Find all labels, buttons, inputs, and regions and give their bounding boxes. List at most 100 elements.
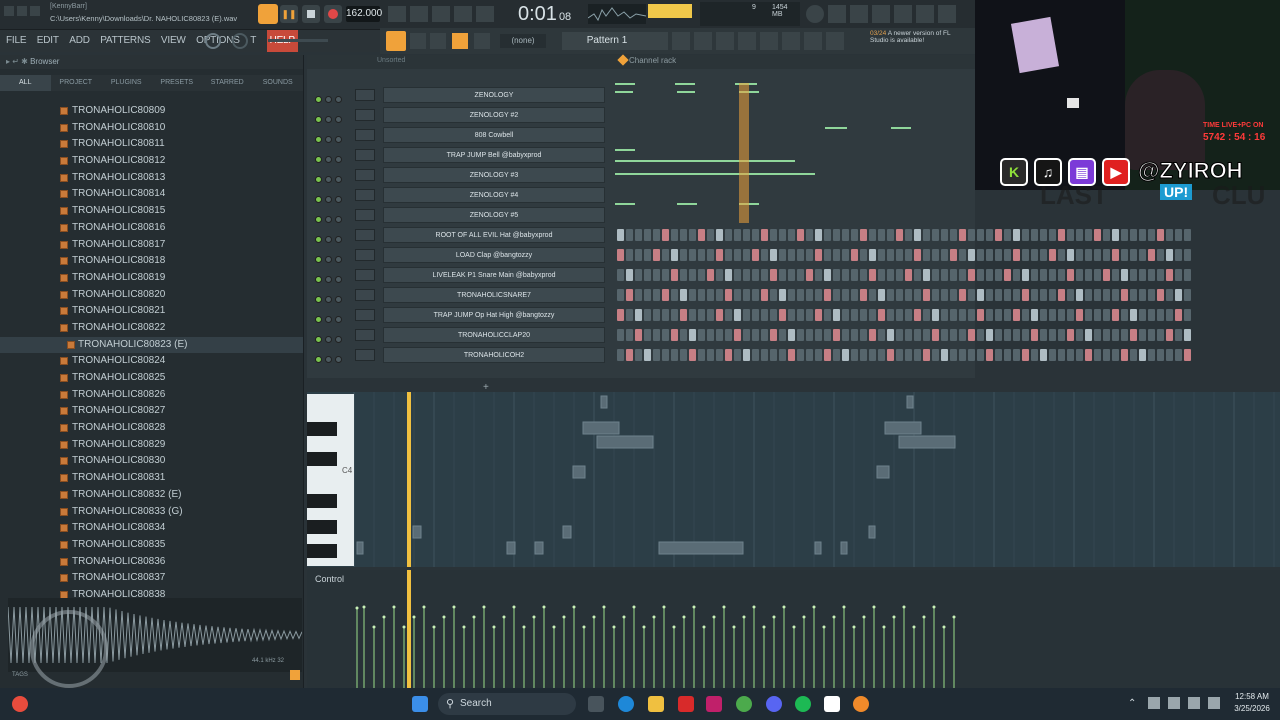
step-button[interactable] (932, 269, 939, 281)
channel-mute-buttons[interactable] (315, 230, 349, 243)
mixer-track-selector[interactable] (355, 289, 375, 301)
step-button[interactable] (851, 329, 858, 341)
step-button[interactable] (1112, 289, 1119, 301)
file-item[interactable]: TRONAHOLIC80829 (0, 437, 303, 454)
step-button[interactable] (743, 329, 750, 341)
step-button[interactable] (1184, 229, 1191, 241)
step-button[interactable] (914, 329, 921, 341)
step-button[interactable] (734, 269, 741, 281)
channel-name-button[interactable]: TRAP JUMP Bell @babyxprod (383, 147, 605, 163)
step-button[interactable] (1121, 229, 1128, 241)
file-item[interactable]: TRONAHOLIC80821 (0, 303, 303, 320)
step-button[interactable] (914, 289, 921, 301)
step-button[interactable] (788, 349, 795, 361)
step-button[interactable] (1130, 269, 1137, 281)
step-button[interactable] (716, 349, 723, 361)
step-button[interactable] (1148, 269, 1155, 281)
step-sequencer[interactable] (617, 309, 1257, 321)
step-button[interactable] (905, 329, 912, 341)
step-button[interactable] (680, 269, 687, 281)
step-button[interactable] (1094, 269, 1101, 281)
channel-row[interactable]: TRONAHOLICOH2 (315, 347, 1191, 363)
step-button[interactable] (896, 309, 903, 321)
vol-knob-icon[interactable] (335, 256, 342, 263)
step-button[interactable] (833, 269, 840, 281)
step-button[interactable] (734, 329, 741, 341)
step-button[interactable] (1130, 349, 1137, 361)
step-button[interactable] (977, 269, 984, 281)
channel-row[interactable]: LIVELEAK P1 Snare Main @babyxprod (315, 267, 1191, 283)
menu-view[interactable]: VIEW (161, 30, 186, 52)
mute-led-icon[interactable] (315, 316, 322, 323)
step-button[interactable] (806, 309, 813, 321)
file-item[interactable]: TRONAHOLIC80809 (0, 103, 303, 120)
step-button[interactable] (815, 289, 822, 301)
step-button[interactable] (1085, 229, 1092, 241)
step-button[interactable] (1139, 329, 1146, 341)
step-button[interactable] (788, 269, 795, 281)
pattern-selector[interactable]: Pattern 1 (562, 32, 652, 50)
step-button[interactable] (1004, 309, 1011, 321)
pan-knob-icon[interactable] (325, 116, 332, 123)
step-button[interactable] (977, 249, 984, 261)
step-button[interactable] (1103, 249, 1110, 261)
step-button[interactable] (1139, 349, 1146, 361)
step-button[interactable] (1175, 329, 1182, 341)
step-button[interactable] (1148, 229, 1155, 241)
step-button[interactable] (1094, 229, 1101, 241)
step-button[interactable] (914, 269, 921, 281)
vol-knob-icon[interactable] (335, 316, 342, 323)
step-button[interactable] (914, 309, 921, 321)
step-button[interactable] (995, 249, 1002, 261)
step-button[interactable] (671, 309, 678, 321)
step-button[interactable] (635, 329, 642, 341)
metronome-icon[interactable] (388, 6, 406, 22)
channel-mute-buttons[interactable] (315, 270, 349, 283)
step-button[interactable] (644, 269, 651, 281)
step-edit-icon[interactable] (454, 6, 472, 22)
vol-knob-icon[interactable] (335, 356, 342, 363)
step-button[interactable] (1103, 309, 1110, 321)
step-button[interactable] (1049, 309, 1056, 321)
pan-knob-icon[interactable] (325, 176, 332, 183)
tab-starred[interactable]: STARRED (202, 75, 253, 91)
mute-led-icon[interactable] (315, 236, 322, 243)
step-button[interactable] (833, 309, 840, 321)
mixer-track-selector[interactable] (355, 89, 375, 101)
step-button[interactable] (1130, 329, 1137, 341)
step-button[interactable] (1175, 349, 1182, 361)
step-button[interactable] (1067, 309, 1074, 321)
step-button[interactable] (707, 349, 714, 361)
step-button[interactable] (1004, 249, 1011, 261)
step-button[interactable] (1031, 229, 1038, 241)
step-button[interactable] (734, 349, 741, 361)
close-icon[interactable] (30, 6, 40, 16)
step-button[interactable] (797, 309, 804, 321)
step-button[interactable] (707, 269, 714, 281)
step-button[interactable] (725, 269, 732, 281)
step-button[interactable] (743, 269, 750, 281)
step-button[interactable] (761, 309, 768, 321)
step-button[interactable] (1112, 229, 1119, 241)
weather-icon[interactable] (12, 696, 28, 712)
step-button[interactable] (1121, 329, 1128, 341)
step-button[interactable] (752, 349, 759, 361)
step-button[interactable] (644, 309, 651, 321)
step-button[interactable] (770, 269, 777, 281)
snap-icon[interactable] (386, 31, 406, 51)
piano-keys[interactable]: C4 (307, 394, 354, 566)
mixer-track-selector[interactable] (355, 309, 375, 321)
step-button[interactable] (1022, 249, 1029, 261)
pitch-slider[interactable] (268, 39, 328, 42)
step-button[interactable] (1058, 309, 1065, 321)
explorer-icon[interactable] (648, 696, 664, 712)
step-button[interactable] (770, 309, 777, 321)
step-button[interactable] (842, 329, 849, 341)
spotify-icon[interactable] (795, 696, 811, 712)
browser-icon[interactable] (916, 5, 934, 23)
step-button[interactable] (1175, 269, 1182, 281)
step-button[interactable] (635, 289, 642, 301)
step-button[interactable] (1031, 309, 1038, 321)
step-button[interactable] (1112, 329, 1119, 341)
mixer-track-selector[interactable] (355, 129, 375, 141)
